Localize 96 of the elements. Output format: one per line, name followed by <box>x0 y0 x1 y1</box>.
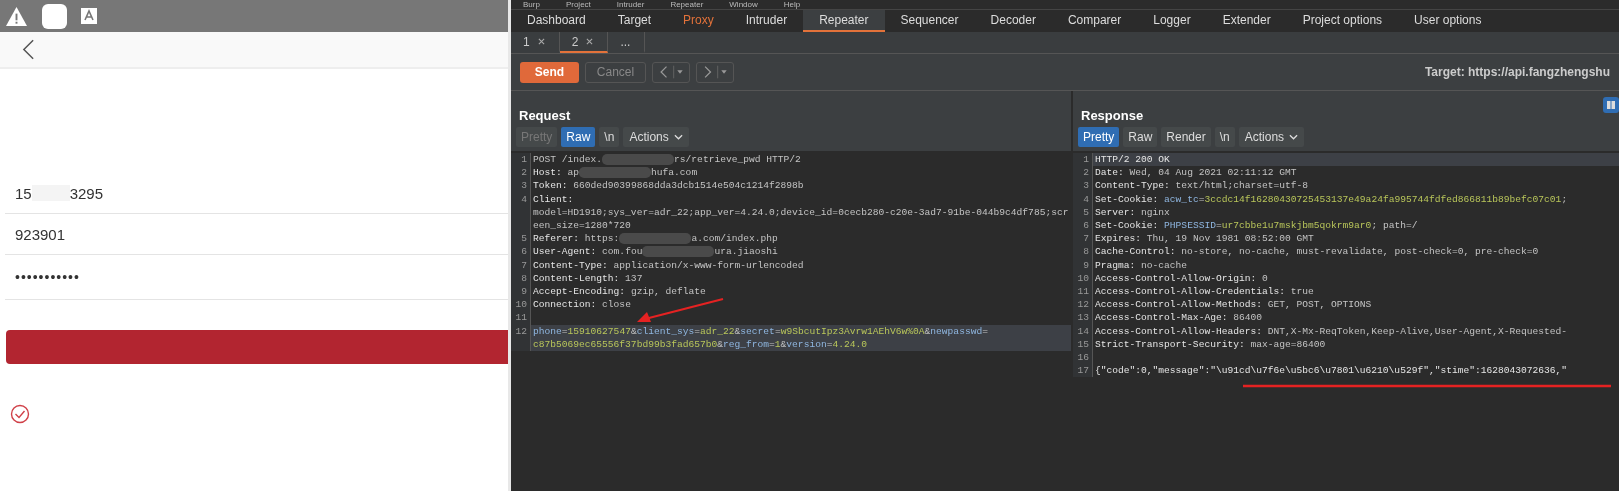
line-number: 3 <box>1073 179 1093 193</box>
tab[interactable]: Extender <box>1206 10 1287 32</box>
tab[interactable]: Dashboard <box>511 10 602 32</box>
line-number: 1 <box>1073 153 1093 167</box>
view-tab[interactable]: \n <box>1214 127 1235 147</box>
caret-icon <box>673 134 683 140</box>
code-line: Set-Cookie: PHPSESSID=ur7cbbe1u7mskjbm5qokrm9ar0; path=/ <box>1095 219 1419 233</box>
code-line: Content-Type: application/x-www-form-urlencoded <box>533 258 805 272</box>
line-number: 12 <box>1073 298 1093 312</box>
code-line: Connection: close <box>533 298 632 312</box>
line-number: 11 <box>1073 285 1093 299</box>
app-icon <box>42 3 67 29</box>
tab[interactable]: Decoder <box>974 10 1052 32</box>
line-number: 2 <box>511 166 531 180</box>
line-number: 1 <box>511 153 531 167</box>
warning-icon <box>5 5 28 27</box>
panel-title: Request <box>519 108 571 123</box>
code-line: Referer: https: a.com/index.php <box>533 232 779 246</box>
code-line: phone=15910627547&client_sys=adr_22&secret=w9SbcutIpz3Avrw1AEhV6w%0A&newpasswd= c87b5069ec65556f37bd99b3fad657b0&reg_from=1&version=4.24.0 <box>533 324 989 352</box>
line-number: 12 <box>511 324 531 352</box>
view-tab[interactable]: Render <box>1161 127 1211 147</box>
code-line: Cache-Control: no-store, no-cache, must-revalidate, post-check=0, pre-check=0 <box>1095 245 1540 259</box>
request-number-tab[interactable]: 1 <box>511 32 560 53</box>
layout-toggle-icon[interactable] <box>1603 97 1619 113</box>
line-number: 9 <box>511 285 531 299</box>
forward-history-button[interactable] <box>696 61 734 83</box>
line-number: 17 <box>1073 364 1093 378</box>
code-line: Access-Control-Allow-Credentials: true <box>1095 285 1315 299</box>
code-line: Strict-Transport-Security: max-age=86400 <box>1095 337 1327 352</box>
tab[interactable]: Repeater <box>803 10 885 32</box>
code-line: Token: 660ded90399868dda3dcb1514e504c1214f2898b <box>533 179 805 193</box>
actions-dropdown[interactable]: Actions <box>1238 127 1305 147</box>
code-line: Access-Control-Max-Age: 86400 <box>1095 311 1263 325</box>
code-line: Date: Wed, 04 Aug 2021 02:11:12 GMT <box>1095 166 1298 180</box>
code-line: Access-Control-Allow-Headers: DNT,X-Mx-ReqToken,Keep-Alive,User-Agent,X-Requested- <box>1095 324 1569 338</box>
close-icon[interactable] <box>586 38 594 45</box>
tab[interactable]: Sequencer <box>884 10 975 32</box>
panel-title: Response <box>1081 108 1144 123</box>
back-icon[interactable] <box>22 39 35 60</box>
input-field[interactable]: 923901 <box>5 214 508 255</box>
caret-icon <box>1289 134 1299 140</box>
line-number: 6 <box>511 245 531 259</box>
line-number: 10 <box>511 298 531 312</box>
line-number: 16 <box>1073 351 1093 365</box>
input-field[interactable]: 15 3295 <box>5 173 508 214</box>
code-line: Expires: Thu, 19 Nov 1981 08:52:00 GMT <box>1095 232 1315 246</box>
code-line: Server: nginx <box>1095 205 1171 219</box>
line-number: 2 <box>1073 166 1093 180</box>
line-number: 8 <box>1073 245 1093 259</box>
code-line: Set-Cookie: acw_tc=3ccdc14f16280430725453137e49a24fa995744fdfed866811b89befc07c01; <box>1095 192 1569 206</box>
code-line: {"code":0,"message":"\u91cd\u7f6e\u5bc6\u7801\u6210\u529f","stime":1628043072636," <box>1095 364 1569 378</box>
tab[interactable]: Proxy <box>667 10 730 32</box>
menu-item[interactable]: Window <box>729 0 758 9</box>
view-tab[interactable]: Pretty <box>1078 127 1120 147</box>
tab[interactable]: Comparer <box>1051 10 1138 32</box>
code-line: Content-Type: text/html;charset=utf-8 <box>1095 179 1310 193</box>
code-line: HTTP/2 200 OK <box>1095 153 1171 167</box>
target-url: Target: https://api.fangzhengshu <box>1424 65 1610 79</box>
back-history-button[interactable] <box>652 61 690 83</box>
code-line: User-Agent: com.fou ura.jiaoshi <box>533 245 779 259</box>
line-number: 6 <box>1073 219 1093 233</box>
line-number: 11 <box>511 311 531 325</box>
code-line: Accept-Encoding: gzip, deflate <box>533 285 707 299</box>
line-number: 13 <box>1073 311 1093 325</box>
view-tab[interactable]: \n <box>599 127 620 147</box>
tab[interactable]: User options <box>1398 10 1498 32</box>
check-circle-icon[interactable] <box>10 404 30 424</box>
tab[interactable]: Logger <box>1137 10 1207 32</box>
line-number: 3 <box>511 179 531 193</box>
menu-item[interactable]: Intruder <box>616 0 645 9</box>
close-icon[interactable] <box>537 38 545 45</box>
code-line: POST /index. rs/retrieve_pwd HTTP/2 <box>533 153 802 167</box>
request-number-tab[interactable]: 2 <box>559 32 609 53</box>
menu-item[interactable]: Repeater <box>670 0 704 9</box>
code-editor[interactable] <box>511 151 1071 491</box>
tab[interactable]: Intruder <box>729 10 804 32</box>
menu-item[interactable]: Burp <box>523 0 540 9</box>
request-number-tab[interactable]: ... <box>608 32 646 53</box>
tab[interactable]: Target <box>601 10 668 32</box>
line-number: 5 <box>511 232 531 246</box>
code-line: Content-Length: 137 <box>533 271 644 286</box>
input-field[interactable]: ••••••••••• <box>5 255 508 300</box>
view-tab[interactable]: Raw <box>561 127 596 147</box>
menu-item[interactable]: Help <box>783 0 801 9</box>
code-line: Access-Control-Allow-Methods: GET, POST, OPTIONS <box>1095 298 1373 312</box>
code-line: Host: ap hufa.com <box>533 166 699 180</box>
view-tab[interactable]: Raw <box>1123 127 1158 147</box>
line-number: 4 <box>511 192 531 233</box>
document-icon <box>81 8 97 24</box>
menu-item[interactable]: Project <box>565 0 591 9</box>
code-line: Access-Control-Allow-Origin: 0 <box>1095 271 1269 286</box>
actions-dropdown[interactable]: Actions <box>623 127 689 147</box>
code-line: Pragma: no-cache <box>1095 258 1189 272</box>
code-editor[interactable] <box>1073 151 1619 491</box>
tab[interactable]: Project options <box>1286 10 1399 32</box>
line-number: 7 <box>1073 232 1093 246</box>
